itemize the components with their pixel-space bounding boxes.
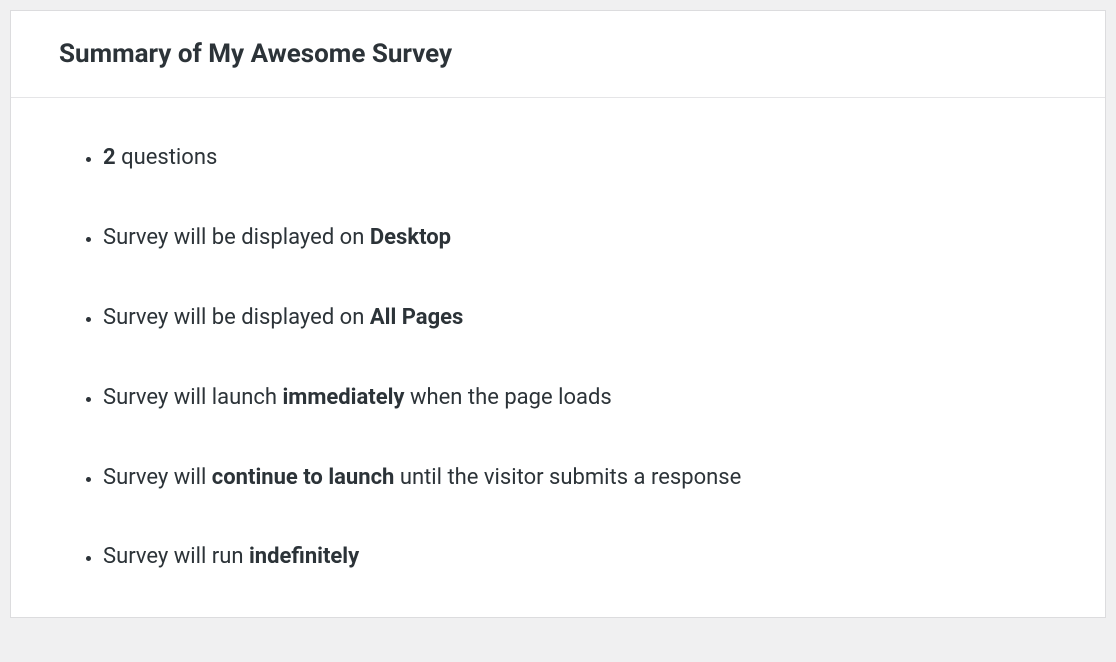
- launch-timing-suffix: when the page loads: [405, 385, 612, 410]
- question-count: 2: [103, 145, 116, 170]
- launch-timing-value: immediately: [282, 385, 404, 410]
- card-header: Summary of My Awesome Survey: [11, 11, 1105, 98]
- summary-item-device: Survey will be displayed on Desktop: [103, 218, 1057, 258]
- summary-item-pages: Survey will be displayed on All Pages: [103, 298, 1057, 338]
- summary-title: Summary of My Awesome Survey: [59, 39, 1057, 69]
- summary-item-launch-timing: Survey will launch immediately when the …: [103, 378, 1057, 418]
- card-body: 2 questions Survey will be displayed on …: [11, 98, 1105, 617]
- device-value: Desktop: [370, 225, 451, 250]
- pages-value: All Pages: [370, 305, 463, 330]
- summary-list: 2 questions Survey will be displayed on …: [79, 138, 1057, 577]
- duration-prefix: Survey will run: [103, 544, 249, 569]
- summary-item-questions: 2 questions: [103, 138, 1057, 178]
- question-label: questions: [116, 145, 218, 170]
- duration-value: indefinitely: [249, 544, 359, 569]
- summary-card: Summary of My Awesome Survey 2 questions…: [10, 10, 1106, 618]
- device-prefix: Survey will be displayed on: [103, 225, 370, 250]
- summary-item-launch-persistence: Survey will continue to launch until the…: [103, 458, 1057, 498]
- launch-timing-prefix: Survey will launch: [103, 385, 282, 410]
- summary-item-duration: Survey will run indefinitely: [103, 537, 1057, 577]
- launch-persistence-suffix: until the visitor submits a response: [394, 465, 741, 490]
- launch-persistence-value: continue to launch: [212, 465, 395, 490]
- pages-prefix: Survey will be displayed on: [103, 305, 370, 330]
- launch-persistence-prefix: Survey will: [103, 465, 212, 490]
